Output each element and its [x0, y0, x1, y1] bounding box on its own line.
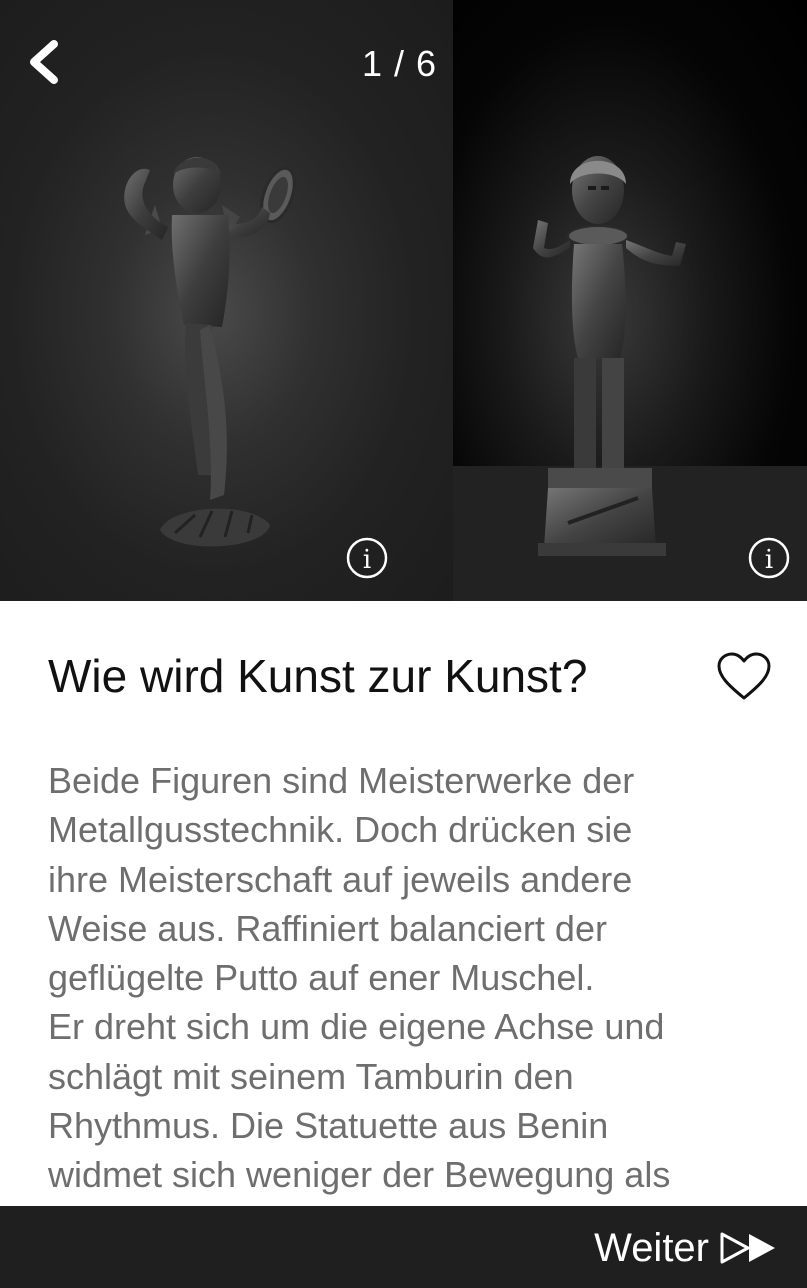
image-counter: 1 / 6	[362, 43, 438, 84]
heart-outline-icon[interactable]	[716, 652, 772, 702]
body-line: geflügelte Putto auf ener Muschel.	[48, 957, 595, 999]
page-title: Wie wird Kunst zur Kunst?	[48, 650, 588, 702]
svg-text:i: i	[363, 545, 371, 575]
body-line: ihre Meisterschaft auf jeweils andere	[48, 858, 633, 900]
body-line: Er dreht sich um die eigene Achse und	[48, 1006, 665, 1048]
chevron-left-icon[interactable]	[24, 38, 68, 86]
info-icon[interactable]: i	[346, 537, 388, 579]
body-line: Metallgusstechnik. Doch drücken sie	[48, 809, 633, 851]
body-line: widmet sich weniger der Bewegung als	[48, 1154, 671, 1196]
svg-text:i: i	[765, 545, 773, 575]
next-button-label: Weiter	[594, 1226, 709, 1270]
benin-statuette-image	[533, 156, 686, 556]
next-button[interactable]: Weiter	[594, 1226, 779, 1270]
image-gallery[interactable]: 1 / 6 i i	[0, 0, 807, 601]
body-line: Beide Figuren sind Meisterwerke der	[48, 760, 635, 801]
footer-bar: Weiter	[0, 1206, 807, 1288]
body-line: schlägt mit seinem Tamburin den	[48, 1055, 574, 1097]
body-line: Rhythmus. Die Statuette aus Benin	[48, 1105, 609, 1147]
title-row: Wie wird Kunst zur Kunst?	[48, 646, 778, 706]
putto-statuette-image	[124, 157, 296, 547]
fast-forward-icon	[720, 1232, 775, 1264]
info-icon[interactable]: i	[748, 537, 790, 579]
article-body: Beide Figuren sind Meisterwerke der Meta…	[48, 756, 788, 1206]
body-line: Weise aus. Raffiniert balanciert der	[48, 907, 607, 949]
